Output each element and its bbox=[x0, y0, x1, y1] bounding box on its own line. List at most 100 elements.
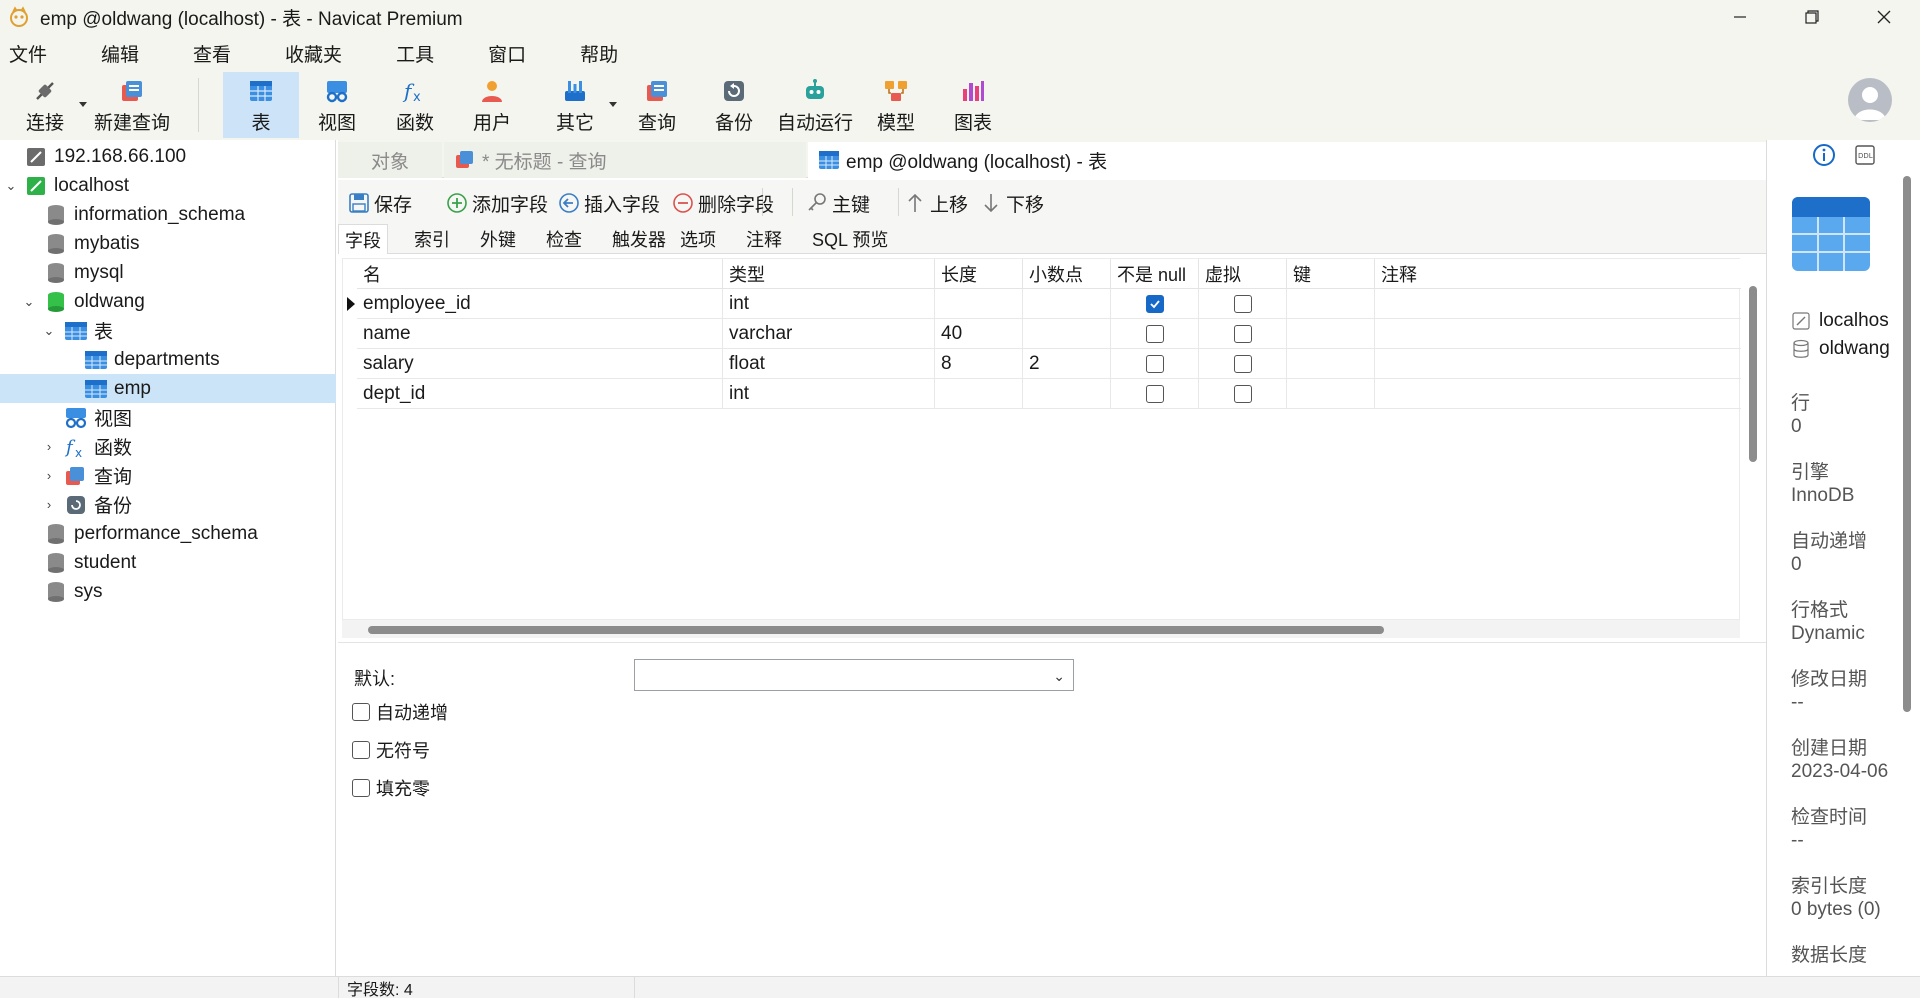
field-name-cell[interactable]: employee_id bbox=[357, 289, 723, 319]
chevron-down-icon[interactable]: ⌄ bbox=[22, 294, 36, 309]
grid-horizontal-scrollbar[interactable] bbox=[342, 620, 1740, 638]
menu-favorites[interactable]: 收藏夹 bbox=[275, 40, 352, 67]
column-header-length[interactable]: 长度 bbox=[935, 259, 1023, 289]
field-length-cell[interactable]: 40 bbox=[935, 319, 1023, 349]
field-type-cell[interactable]: int bbox=[723, 379, 935, 409]
subtab-foreign-keys[interactable]: 外键 bbox=[474, 224, 522, 254]
key-cell[interactable] bbox=[1287, 319, 1375, 349]
auto-increment-option[interactable]: 自动递增 bbox=[352, 699, 448, 725]
tab-emp-table[interactable]: emp @oldwang (localhost) - 表 bbox=[808, 142, 1174, 178]
table-row[interactable]: employee_id int bbox=[343, 289, 1741, 319]
table-row[interactable]: salary float 8 2 bbox=[343, 349, 1741, 379]
connect-dropdown-caret[interactable] bbox=[79, 102, 87, 107]
tree-item-queries[interactable]: › 查询 bbox=[0, 461, 336, 490]
minimize-button[interactable] bbox=[1704, 0, 1776, 34]
tree-item-192-168-66-100[interactable]: 192.168.66.100 bbox=[0, 142, 336, 171]
tree-item-departments[interactable]: departments bbox=[0, 345, 336, 374]
field-name-cell[interactable]: salary bbox=[357, 349, 723, 379]
not-null-checkbox[interactable] bbox=[1145, 294, 1164, 313]
menu-file[interactable]: 文件 bbox=[0, 40, 57, 67]
tree-item-oldwang[interactable]: ⌄ oldwang bbox=[0, 287, 336, 316]
add-field-button[interactable]: 添加字段 bbox=[446, 190, 548, 216]
virtual-checkbox[interactable] bbox=[1233, 324, 1252, 343]
menu-tools[interactable]: 工具 bbox=[386, 40, 444, 67]
key-cell[interactable] bbox=[1287, 289, 1375, 319]
virtual-checkbox[interactable] bbox=[1233, 384, 1252, 403]
column-header-name[interactable]: 名 bbox=[357, 259, 723, 289]
menu-edit[interactable]: 编辑 bbox=[91, 40, 149, 67]
subtab-sql-preview[interactable]: SQL 预览 bbox=[806, 224, 894, 254]
backup-button[interactable]: 备份 bbox=[709, 72, 759, 138]
move-up-button[interactable]: 上移 bbox=[904, 190, 968, 216]
tree-item-functions[interactable]: › fx 函数 bbox=[0, 432, 336, 461]
key-cell[interactable] bbox=[1287, 349, 1375, 379]
insert-field-button[interactable]: 插入字段 bbox=[558, 190, 660, 216]
field-decimals-cell[interactable] bbox=[1023, 289, 1111, 319]
not-null-checkbox[interactable] bbox=[1145, 354, 1164, 373]
chevron-right-icon[interactable]: › bbox=[42, 439, 56, 454]
chevron-down-icon[interactable]: ⌄ bbox=[42, 323, 56, 338]
column-header-decimals[interactable]: 小数点 bbox=[1023, 259, 1111, 289]
connect-button[interactable]: 连接 bbox=[20, 72, 70, 138]
new-query-button[interactable]: 新建查询 bbox=[92, 72, 172, 138]
table-row[interactable]: name varchar 40 bbox=[343, 319, 1741, 349]
table-row[interactable]: dept_id int bbox=[343, 379, 1741, 409]
tree-item-student[interactable]: student bbox=[0, 548, 336, 577]
zerofill-checkbox[interactable] bbox=[352, 779, 370, 797]
field-type-cell[interactable]: float bbox=[723, 349, 935, 379]
field-decimals-cell[interactable] bbox=[1023, 379, 1111, 409]
info-panel-scrollbar[interactable] bbox=[1900, 176, 1914, 976]
subtab-triggers[interactable]: 触发器 bbox=[606, 224, 672, 254]
virtual-checkbox[interactable] bbox=[1233, 354, 1252, 373]
tree-item-information-schema[interactable]: information_schema bbox=[0, 200, 336, 229]
chevron-right-icon[interactable]: › bbox=[42, 497, 56, 512]
close-button[interactable] bbox=[1848, 0, 1920, 34]
primary-key-button[interactable]: 主键 bbox=[806, 190, 870, 216]
menu-window[interactable]: 窗口 bbox=[478, 40, 536, 67]
field-type-cell[interactable]: int bbox=[723, 289, 935, 319]
subtab-checks[interactable]: 检查 bbox=[540, 224, 588, 254]
column-header-type[interactable]: 类型 bbox=[723, 259, 935, 289]
save-button[interactable]: 保存 bbox=[348, 190, 412, 216]
field-length-cell[interactable]: 8 bbox=[935, 349, 1023, 379]
info-icon[interactable] bbox=[1812, 143, 1836, 173]
not-null-checkbox[interactable] bbox=[1145, 384, 1164, 403]
tree-item-backups[interactable]: › 备份 bbox=[0, 490, 336, 519]
column-header-not-null[interactable]: 不是 null bbox=[1111, 259, 1199, 289]
user-button[interactable]: 用户 bbox=[467, 72, 517, 138]
zerofill-option[interactable]: 填充零 bbox=[352, 775, 430, 801]
chevron-right-icon[interactable]: › bbox=[42, 468, 56, 483]
query-button[interactable]: 查询 bbox=[632, 72, 682, 138]
delete-field-button[interactable]: 删除字段 bbox=[672, 190, 774, 216]
field-length-cell[interactable] bbox=[935, 289, 1023, 319]
automation-button[interactable]: 自动运行 bbox=[776, 72, 854, 138]
tab-untitled-query[interactable]: * 无标题 - 查询 bbox=[444, 142, 806, 178]
menu-view[interactable]: 查看 bbox=[183, 40, 241, 67]
maximize-button[interactable] bbox=[1776, 0, 1848, 34]
column-header-comment[interactable]: 注释 bbox=[1375, 259, 1741, 289]
comment-cell[interactable] bbox=[1375, 349, 1741, 379]
other-dropdown-caret[interactable] bbox=[609, 102, 617, 107]
tree-item-mysql[interactable]: mysql bbox=[0, 258, 336, 287]
field-name-cell[interactable]: dept_id bbox=[357, 379, 723, 409]
tree-item-localhost[interactable]: ⌄ localhost bbox=[0, 171, 336, 200]
comment-cell[interactable] bbox=[1375, 289, 1741, 319]
grid-vertical-scrollbar[interactable] bbox=[1746, 258, 1760, 620]
subtab-indexes[interactable]: 索引 bbox=[408, 224, 456, 254]
field-type-cell[interactable]: varchar bbox=[723, 319, 935, 349]
scrollbar-thumb[interactable] bbox=[368, 626, 1384, 634]
field-name-cell[interactable]: name bbox=[357, 319, 723, 349]
scrollbar-thumb[interactable] bbox=[1903, 176, 1911, 712]
model-button[interactable]: 模型 bbox=[871, 72, 921, 138]
not-null-checkbox[interactable] bbox=[1145, 324, 1164, 343]
field-decimals-cell[interactable]: 2 bbox=[1023, 349, 1111, 379]
column-header-virtual[interactable]: 虚拟 bbox=[1199, 259, 1287, 289]
chart-button[interactable]: 图表 bbox=[948, 72, 998, 138]
tree-item-performance-schema[interactable]: performance_schema bbox=[0, 519, 336, 548]
subtab-options[interactable]: 选项 bbox=[674, 224, 722, 254]
ddl-icon[interactable]: DDL bbox=[1854, 144, 1876, 172]
comment-cell[interactable] bbox=[1375, 379, 1741, 409]
default-value-select[interactable]: ⌄ bbox=[634, 659, 1074, 691]
unsigned-option[interactable]: 无符号 bbox=[352, 737, 430, 763]
column-header-key[interactable]: 键 bbox=[1287, 259, 1375, 289]
